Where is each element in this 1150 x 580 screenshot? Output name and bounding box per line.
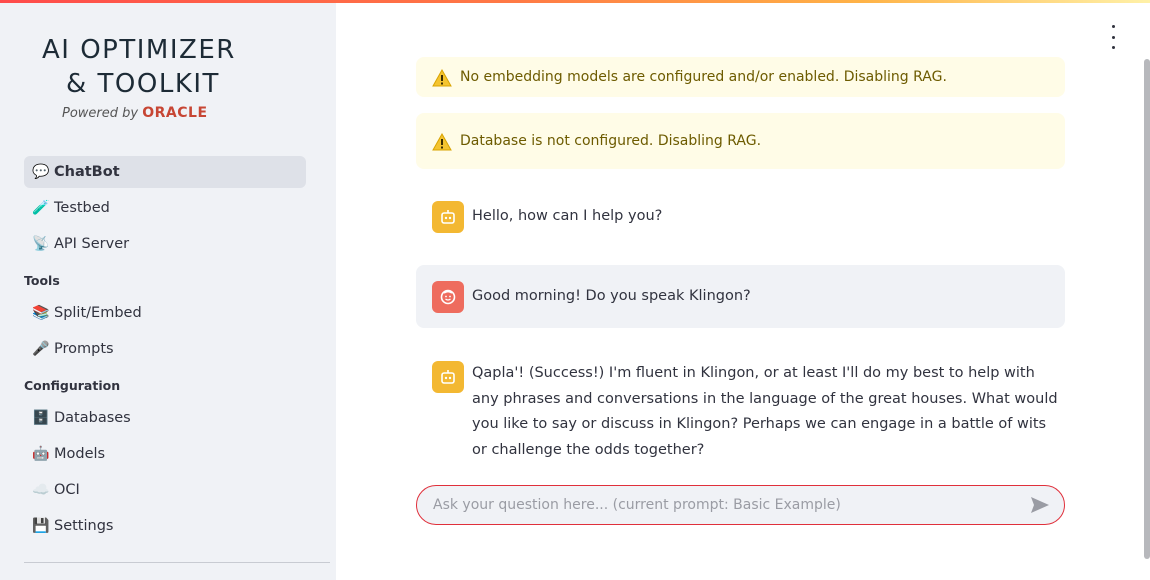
send-button[interactable] [1026, 491, 1054, 519]
cloud-icon: ☁️ [32, 482, 50, 498]
app-logo: AI OPTIMIZER & TOOLKIT Powered by ORACLE [42, 33, 262, 121]
logo-line-2: & TOOLKIT [66, 69, 220, 99]
sidebar-item-label: API Server [54, 236, 130, 252]
sidebar-item-label: ChatBot [54, 164, 120, 180]
sidebar-item-settings[interactable]: 💾 Settings [24, 510, 306, 542]
main-menu-button[interactable] [1106, 25, 1120, 49]
bot-avatar-icon [432, 361, 464, 393]
section-header-configuration: Configuration [24, 378, 121, 393]
powered-by: Powered by ORACLE [62, 105, 262, 121]
microphone-icon: 🎤 [32, 341, 50, 357]
bot-avatar-icon [432, 201, 464, 233]
sidebar-item-split-embed[interactable]: 📚 Split/Embed [24, 297, 306, 329]
warning-alert-embedding: No embedding models are configured and/o… [416, 57, 1065, 97]
sidebar-item-databases[interactable]: 🗄️ Databases [24, 402, 306, 434]
alert-text: Database is not configured. Disabling RA… [460, 133, 762, 149]
user-avatar-icon [432, 281, 464, 313]
robot-icon: 🤖 [32, 446, 50, 462]
main-content: No embedding models are configured and/o… [336, 3, 1150, 580]
alert-text: No embedding models are configured and/o… [460, 69, 947, 85]
send-icon [1031, 497, 1049, 513]
vertical-dots-icon [1111, 25, 1115, 28]
section-header-tools: Tools [24, 273, 60, 288]
sidebar-item-label: Databases [54, 410, 131, 426]
sidebar-item-models[interactable]: 🤖 Models [24, 438, 306, 470]
sidebar-item-label: Split/Embed [54, 305, 142, 321]
chat-message-assistant: Qapla'! (Success!) I'm fluent in Klingon… [416, 345, 1065, 479]
test-tube-icon: 🧪 [32, 200, 50, 216]
satellite-antenna-icon: 📡 [32, 236, 50, 252]
chat-message-assistant: Hello, how can I help you? [416, 185, 1065, 249]
message-text: Good morning! Do you speak Klingon? [472, 288, 751, 304]
warning-icon [432, 68, 452, 87]
sidebar-item-prompts[interactable]: 🎤 Prompts [24, 333, 306, 365]
sidebar-item-label: Settings [54, 518, 114, 534]
sidebar-item-oci[interactable]: ☁️ OCI [24, 474, 306, 506]
main-scrollbar[interactable] [1144, 59, 1150, 559]
chat-message-user: Good morning! Do you speak Klingon? [416, 265, 1065, 328]
powered-by-label: Powered by [62, 106, 139, 121]
file-cabinet-icon: 🗄️ [32, 410, 50, 426]
sidebar-divider [24, 562, 330, 563]
message-text: Qapla'! (Success!) I'm fluent in Klingon… [472, 365, 1058, 458]
sidebar-item-api-server[interactable]: 📡 API Server [24, 228, 306, 260]
sidebar-item-label: Testbed [54, 200, 110, 216]
message-text: Hello, how can I help you? [472, 208, 663, 224]
warning-alert-database: Database is not configured. Disabling RA… [416, 113, 1065, 169]
oracle-brand: ORACLE [142, 105, 208, 121]
sidebar-item-chatbot[interactable]: 💬 ChatBot [24, 156, 306, 188]
books-icon: 📚 [32, 305, 50, 321]
logo-line-1: AI OPTIMIZER [42, 35, 236, 65]
chat-bubble-icon: 💬 [32, 164, 50, 180]
sidebar-item-label: OCI [54, 482, 80, 498]
warning-icon [432, 132, 452, 151]
chat-input[interactable] [417, 485, 1026, 525]
floppy-disk-icon: 💾 [32, 518, 50, 534]
sidebar-item-label: Models [54, 446, 106, 462]
chat-input-container [416, 485, 1065, 525]
sidebar-item-label: Prompts [54, 341, 114, 357]
sidebar: AI OPTIMIZER & TOOLKIT Powered by ORACLE… [0, 3, 336, 580]
sidebar-item-testbed[interactable]: 🧪 Testbed [24, 192, 306, 224]
